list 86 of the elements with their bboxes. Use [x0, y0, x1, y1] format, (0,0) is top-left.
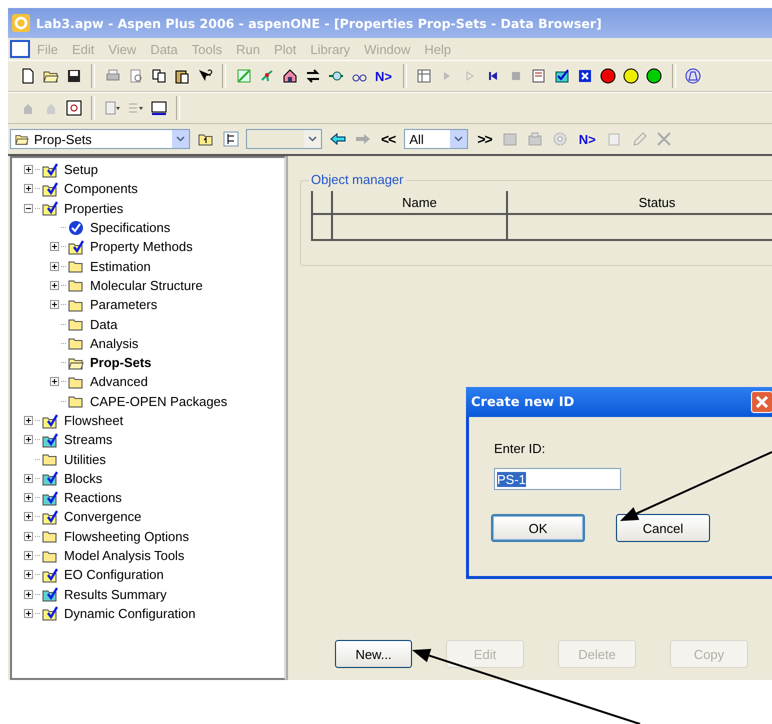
document-icon[interactable]: [10, 40, 30, 58]
folder-dropdown[interactable]: Prop-Sets: [10, 129, 190, 149]
tree-item[interactable]: Components: [64, 181, 138, 196]
tree-item[interactable]: Streams: [64, 432, 112, 448]
expand-icon[interactable]: [24, 165, 33, 174]
expand-icon[interactable]: [24, 512, 33, 522]
tree-item[interactable]: Blocks: [64, 470, 102, 486]
group-title: Object manager: [309, 172, 406, 187]
close-icon: [755, 395, 769, 409]
tree-item[interactable]: Analysis: [90, 336, 138, 351]
caret-icon[interactable]: [308, 136, 317, 142]
checked-folder-icon: [42, 490, 58, 506]
go-light-icon[interactable]: [644, 66, 664, 86]
collapse-icon[interactable]: [24, 204, 33, 213]
checked-folder-icon: [42, 180, 58, 197]
expand-icon[interactable]: [50, 300, 59, 310]
checked-folder-icon: [42, 432, 58, 448]
tree-item[interactable]: Reactions: [64, 490, 122, 506]
tree-item[interactable]: Dynamic Configuration: [64, 606, 196, 621]
expand-icon[interactable]: [50, 377, 59, 386]
tree-item[interactable]: CAPE-OPEN Packages: [90, 394, 228, 409]
tree-item[interactable]: Convergence: [64, 509, 142, 524]
tree-view-icon[interactable]: [221, 130, 240, 148]
expand-icon[interactable]: [24, 551, 33, 560]
tree-item[interactable]: Estimation: [90, 258, 151, 274]
tree-item[interactable]: Utilities: [64, 452, 106, 467]
expand-icon[interactable]: [24, 493, 33, 502]
column-header[interactable]: Status: [506, 191, 772, 215]
tree-item[interactable]: Advanced: [90, 374, 148, 390]
tree-item[interactable]: Prop-Sets: [90, 355, 152, 370]
app-logo-icon: [12, 14, 30, 32]
checked-folder-icon: [42, 412, 58, 428]
caret-icon[interactable]: [454, 136, 464, 142]
tree-item[interactable]: Specifications: [90, 220, 170, 236]
filter-dropdown[interactable]: All: [404, 129, 468, 149]
caution-light-icon[interactable]: [622, 66, 641, 86]
checked-folder-icon: [42, 566, 58, 583]
tree-item[interactable]: Parameters: [90, 297, 158, 312]
action-button[interactable]: New...: [335, 640, 412, 668]
dialog-button[interactable]: OK: [491, 514, 585, 542]
id-input-field[interactable]: PS-1: [494, 468, 621, 490]
tree-item[interactable]: Results Summary: [64, 586, 167, 602]
check-circle-icon: [68, 220, 84, 236]
row-header-cell: [311, 191, 331, 215]
dialog-button[interactable]: Cancel: [616, 514, 710, 542]
tree-item[interactable]: Model Analysis Tools: [64, 548, 184, 564]
forward-button[interactable]: >>: [474, 131, 495, 147]
tree-item[interactable]: Molecular Structure: [90, 278, 203, 293]
checked-folder-icon: [42, 586, 58, 602]
folder-icon: [14, 132, 30, 146]
checked-folder-icon: [68, 238, 84, 255]
tree-item[interactable]: Flowsheet: [64, 413, 124, 428]
expand-icon[interactable]: [50, 242, 59, 252]
expand-icon[interactable]: [24, 590, 33, 599]
tree-item[interactable]: Flowsheeting Options: [64, 528, 190, 544]
expand-icon[interactable]: [24, 416, 33, 425]
expand-icon[interactable]: [24, 532, 33, 541]
checked-folder-icon: [42, 470, 58, 486]
prompt-label: Enter ID:: [494, 441, 546, 456]
expand-icon[interactable]: [24, 435, 33, 444]
window-title: Lab3.apw - Aspen Plus 2006 - aspenONE - [Properties Prop-Sets - Data Browser]: [36, 16, 602, 30]
previous-button[interactable]: <<: [378, 131, 398, 147]
tree-item[interactable]: Data: [90, 316, 118, 332]
flask-icon[interactable]: [684, 66, 703, 86]
tree-item[interactable]: EO Configuration: [64, 567, 164, 582]
checked-folder-icon: [42, 200, 58, 216]
checked-folder-icon: [42, 605, 58, 622]
close-button[interactable]: [751, 391, 772, 413]
expand-icon[interactable]: [24, 474, 33, 483]
dialog-title: Create new ID: [471, 394, 574, 410]
next-button[interactable]: N>: [372, 68, 395, 84]
zoom-window-icon[interactable]: [64, 98, 83, 118]
tree-item[interactable]: Properties: [64, 200, 124, 216]
expand-icon[interactable]: [24, 184, 33, 194]
tree-item[interactable]: Setup: [64, 162, 98, 178]
checked-folder-icon: [42, 162, 58, 178]
caret-icon[interactable]: [176, 136, 185, 142]
next-button[interactable]: N>: [576, 132, 599, 146]
expand-icon[interactable]: [50, 280, 59, 290]
checked-folder-icon: [42, 508, 58, 525]
expand-icon[interactable]: [24, 570, 33, 580]
expand-icon[interactable]: [24, 608, 33, 618]
tree-item[interactable]: Property Methods: [90, 239, 193, 254]
stop-light-icon[interactable]: [598, 66, 618, 86]
column-header[interactable]: Name: [331, 191, 506, 215]
expand-icon[interactable]: [50, 262, 59, 271]
